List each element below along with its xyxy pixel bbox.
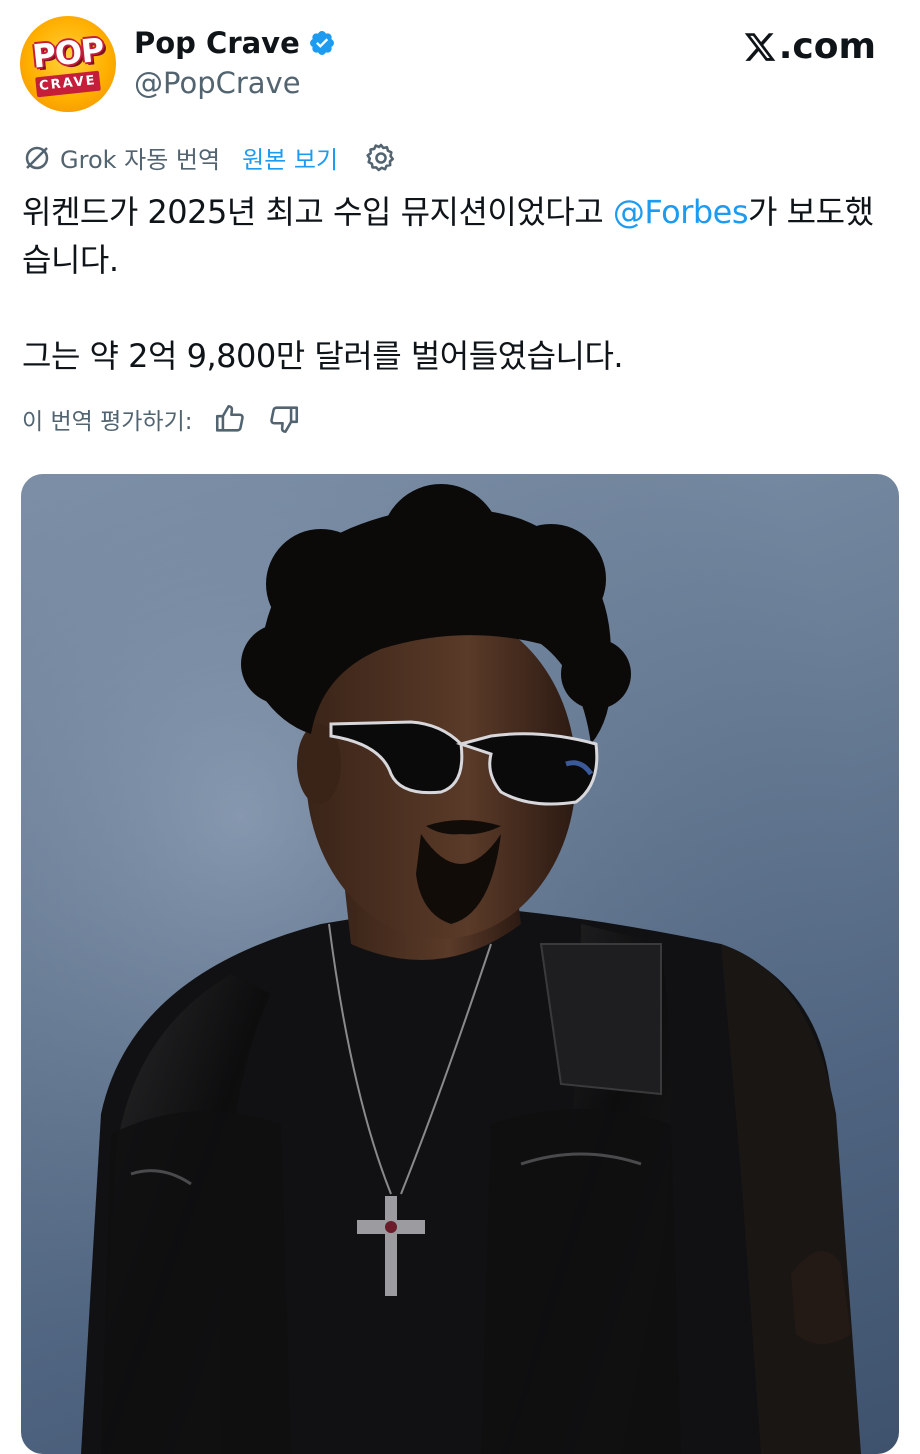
grok-icon [25, 146, 49, 169]
user-handle[interactable]: @PopCrave [134, 66, 301, 100]
display-name-row[interactable]: Pop Crave [134, 26, 336, 60]
translation-label: Grok 자동 번역 [60, 146, 221, 174]
tweet-text-paragraph: 그는 약 2억 9,800만 달러를 벌어들였습니다. [22, 337, 624, 375]
tweet-text: 위켄드가 2025년 최고 수입 뮤지션이었다고 @Forbes가 보도했습니다… [22, 188, 892, 380]
photo-illustration [21, 474, 899, 1454]
thumbs-down-icon[interactable] [267, 402, 301, 436]
mention-link[interactable]: @Forbes [613, 193, 749, 231]
x-logo-icon [744, 32, 776, 61]
tweet-photo[interactable] [21, 474, 899, 1454]
x-brand: .com [743, 26, 876, 67]
verified-badge-icon [309, 31, 334, 55]
rate-translation-bar: 이 번역 평가하기: [22, 402, 301, 436]
avatar-logo-text: POP [30, 30, 106, 76]
thumbs-up-icon[interactable] [213, 402, 247, 436]
display-name[interactable]: Pop Crave [134, 26, 300, 60]
avatar-logo-subtext: CRAVE [35, 70, 101, 98]
rate-translation-label: 이 번역 평가하기: [22, 409, 193, 435]
gear-icon[interactable] [364, 141, 398, 175]
tweet-text-part: 위켄드가 2025년 최고 수입 뮤지션이었다고 [22, 193, 613, 231]
brand-domain: .com [778, 26, 876, 67]
translation-bar: Grok 자동 번역 원본 보기 [22, 140, 398, 175]
show-original-link[interactable]: 원본 보기 [242, 140, 338, 175]
avatar[interactable]: POP CRAVE [20, 16, 116, 112]
